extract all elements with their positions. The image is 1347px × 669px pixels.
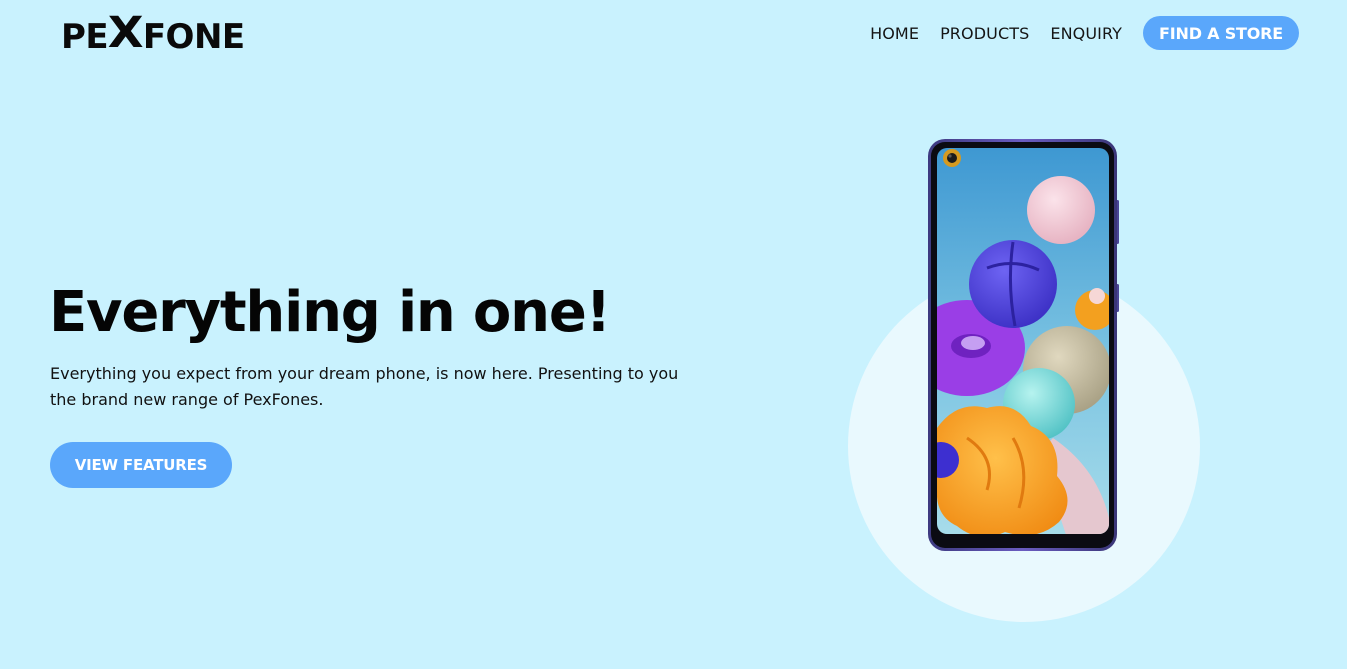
hero-description: Everything you expect from your dream ph… bbox=[50, 364, 679, 409]
nav-enquiry-link[interactable]: ENQUIRY bbox=[1050, 24, 1122, 43]
hero-title: Everything in one! bbox=[49, 280, 611, 345]
logo-text-start: PE bbox=[61, 17, 109, 57]
logo-text-end: FONE bbox=[142, 17, 245, 57]
smartphone-icon bbox=[927, 138, 1119, 552]
nav-home-link[interactable]: HOME bbox=[870, 24, 919, 43]
brand-logo[interactable]: PE X FONE bbox=[61, 8, 245, 59]
main-nav: HOME PRODUCTS ENQUIRY FIND A STORE bbox=[870, 16, 1299, 50]
landing-page: PE X FONE HOME PRODUCTS ENQUIRY FIND A STO… bbox=[0, 0, 1347, 669]
nav-products-link[interactable]: PRODUCTS bbox=[940, 24, 1029, 43]
view-features-button[interactable]: VIEW FEATURES bbox=[50, 442, 232, 488]
find-a-store-button[interactable]: FIND A STORE bbox=[1143, 16, 1299, 50]
logo-x-mark: X bbox=[107, 8, 144, 59]
